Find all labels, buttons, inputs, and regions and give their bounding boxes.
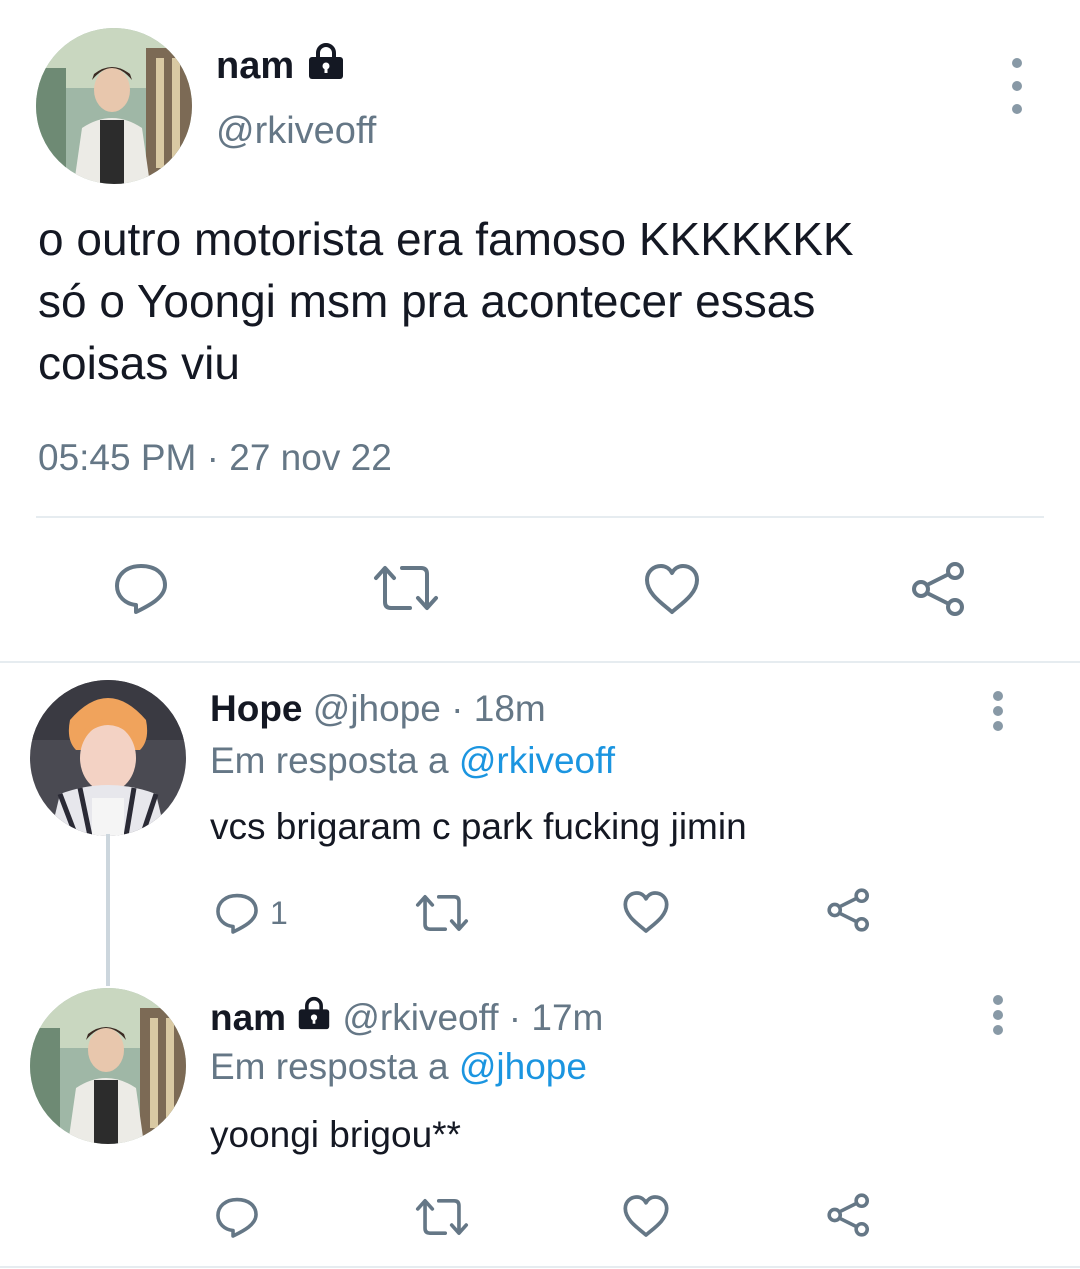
more-options-icon[interactable] (983, 995, 1013, 1035)
reply-header: Hope @jhope · 18m (210, 688, 546, 730)
thread-line (106, 834, 110, 986)
retweet-icon (415, 1199, 469, 1235)
share-icon (912, 562, 964, 616)
retweet-icon (374, 566, 438, 610)
retweet-button[interactable] (414, 892, 470, 934)
more-options-icon[interactable] (1002, 58, 1032, 114)
reply-context: Em resposta a @jhope (210, 1046, 587, 1088)
avatar[interactable] (30, 988, 186, 1144)
lock-icon (306, 42, 346, 90)
reply-text: vcs brigaram c park fucking jimin (210, 806, 747, 847)
tweet-text: o outro motorista era famoso KKKKKKK só … (38, 208, 1038, 394)
share-button[interactable] (826, 1192, 872, 1238)
tweet-text-line: o outro motorista era famoso KKKKKKK (38, 213, 854, 265)
tweet-timestamp[interactable]: 05:45 PM · 27 nov 22 (38, 437, 392, 479)
reply-to-link[interactable]: @rkiveoff (459, 740, 615, 781)
reply-context: Em resposta a @rkiveoff (210, 740, 615, 782)
author-name[interactable]: Hope (210, 688, 303, 730)
reply-icon (216, 1197, 258, 1238)
divider (36, 516, 1044, 518)
share-icon (827, 1193, 870, 1237)
reply-time[interactable]: · 17m (509, 997, 604, 1039)
divider (0, 661, 1080, 663)
retweet-icon (415, 895, 469, 931)
reply-text: yoongi brigou** (210, 1114, 461, 1155)
more-options-icon[interactable] (983, 691, 1013, 731)
tweet-text-line: coisas viu (38, 337, 240, 389)
tweet-text-line: só o Yoongi msm pra acontecer essas (38, 275, 816, 327)
retweet-button[interactable] (372, 562, 440, 614)
like-icon (623, 1195, 669, 1237)
like-icon (645, 564, 699, 614)
share-icon (827, 888, 870, 932)
author-name[interactable]: nam (210, 997, 286, 1039)
reply-prefix: Em resposta a (210, 740, 449, 781)
author-handle[interactable]: @rkiveoff (216, 110, 376, 153)
like-icon (623, 891, 669, 933)
author-handle[interactable]: @rkiveoff (342, 997, 498, 1039)
reply-button[interactable] (112, 560, 170, 616)
author-handle[interactable]: @jhope (313, 688, 441, 730)
divider (0, 1266, 1080, 1268)
reply-prefix: Em resposta a (210, 1046, 449, 1087)
reply-icon (115, 564, 167, 614)
like-button[interactable] (622, 1193, 670, 1239)
lock-icon (296, 996, 332, 1039)
share-button[interactable] (826, 887, 872, 933)
share-button[interactable] (910, 560, 968, 618)
author-name[interactable]: nam (216, 45, 294, 88)
reply-button[interactable]: 1 (214, 890, 288, 936)
reply-icon (216, 893, 258, 934)
like-button[interactable] (622, 889, 670, 935)
reply-header: nam @rkiveoff · 17m (210, 996, 603, 1039)
avatar[interactable] (36, 28, 192, 184)
reply-button[interactable] (214, 1194, 260, 1240)
retweet-button[interactable] (414, 1196, 470, 1238)
like-button[interactable] (643, 562, 701, 616)
reply-to-link[interactable]: @jhope (459, 1046, 587, 1087)
avatar[interactable] (30, 680, 186, 836)
author-name-row[interactable]: nam (216, 42, 346, 90)
reply-count: 1 (270, 894, 288, 931)
reply-time[interactable]: · 18m (451, 688, 546, 730)
